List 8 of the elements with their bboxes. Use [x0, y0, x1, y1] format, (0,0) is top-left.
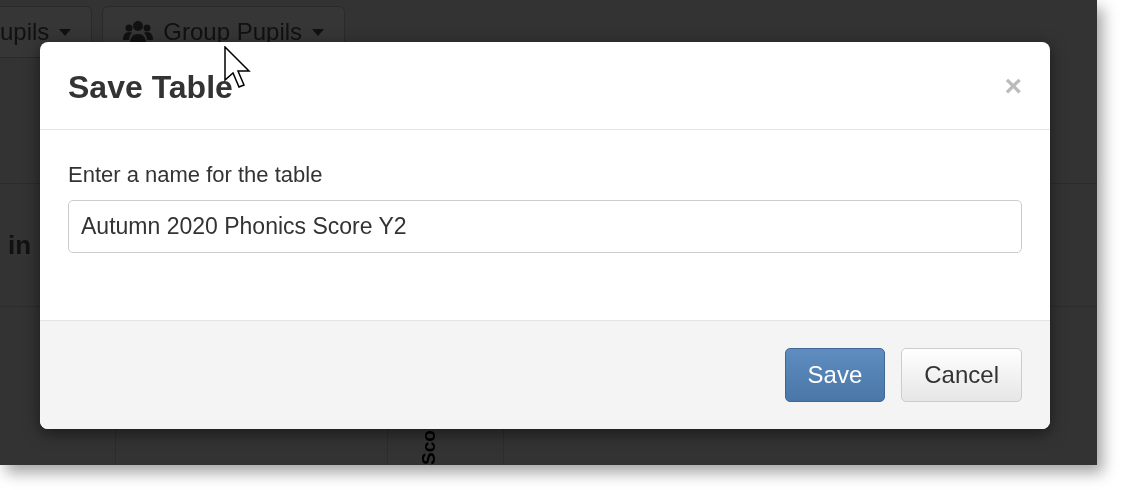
cancel-button[interactable]: Cancel: [901, 348, 1022, 402]
users-icon: [123, 20, 154, 44]
caret-icon: [59, 28, 72, 36]
dialog-title: Save Table: [68, 68, 233, 106]
field-label: Enter a name for the table: [68, 162, 324, 188]
save-button[interactable]: Save: [784, 348, 886, 402]
caret-icon: [312, 28, 325, 36]
name-input-field[interactable]: Autumn 2020 Phonics Score Y2: [68, 200, 1022, 253]
